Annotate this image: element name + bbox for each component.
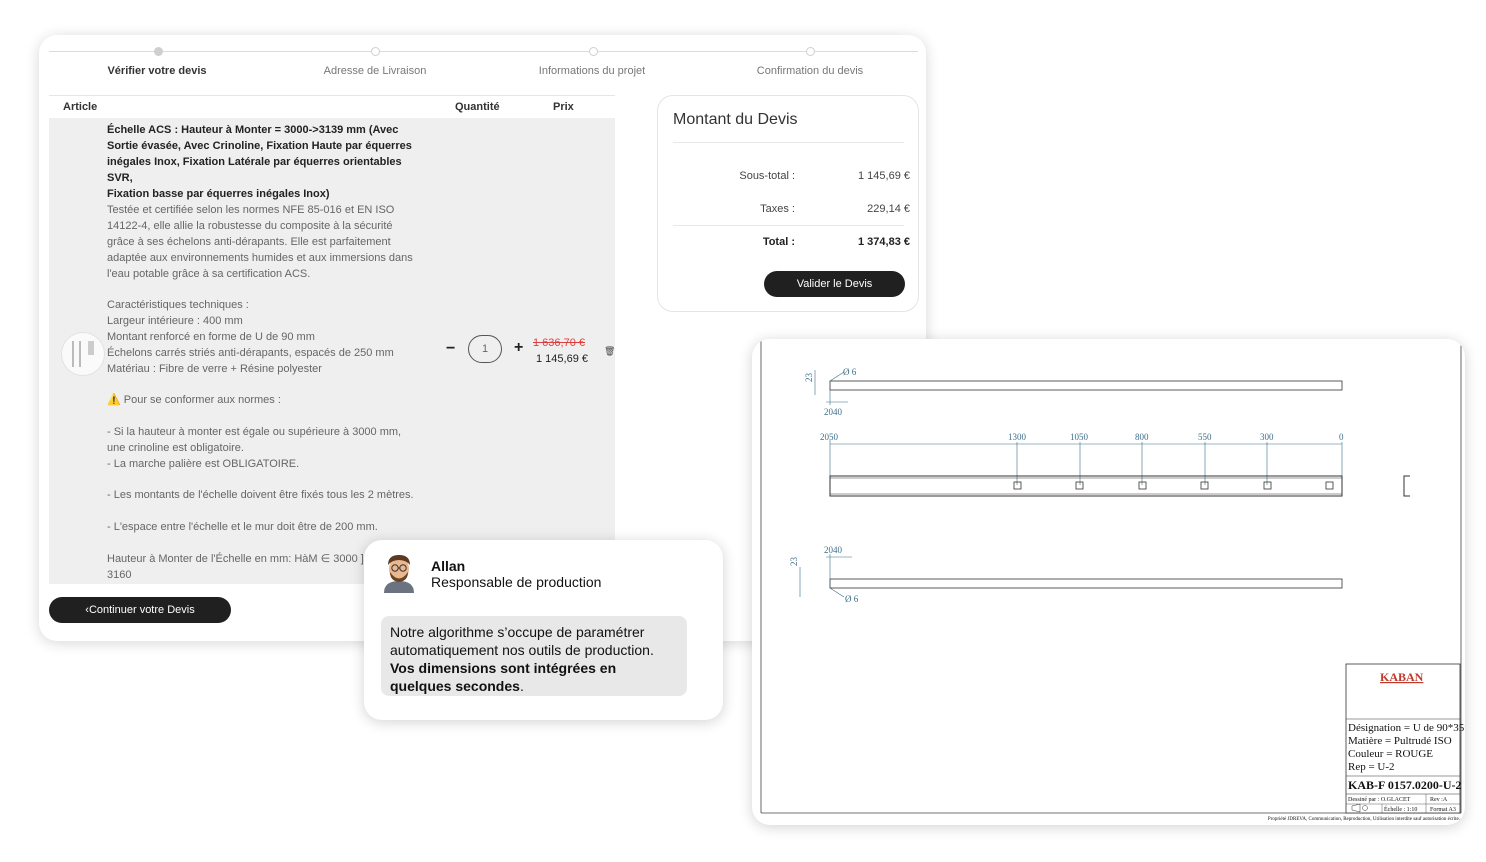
summary-title: Montant du Devis <box>673 111 798 128</box>
step-confirmation[interactable]: Confirmation du devis <box>700 65 920 77</box>
message-highlight: Vos dimensions sont intégrées en quelque… <box>390 660 617 694</box>
step-dot-2 <box>371 47 380 56</box>
message-text: Notre algorithme s’occupe de paramétrer … <box>390 624 654 658</box>
drawn-by: Dessiné par : O.GLACET <box>1348 797 1411 803</box>
dim-length-bottom: 2040 <box>824 545 843 555</box>
quote-summary: Montant du Devis Sous-total : 1 145,69 €… <box>657 95 919 312</box>
taxes-value: 229,14 € <box>867 203 910 215</box>
chat-card: Allan Responsable de production Notre al… <box>364 540 723 720</box>
format: Format A3 <box>1430 807 1456 813</box>
quantity-input[interactable]: 1 <box>468 335 502 363</box>
material: Matière = Pultrudé ISO <box>1348 735 1452 747</box>
continue-quote-button[interactable]: ‹Continuer votre Devis <box>49 597 231 623</box>
step-dot-1 <box>154 47 163 56</box>
profile-top-view: 23 Ø 6 2040 <box>804 367 1343 417</box>
col-price: Prix <box>553 101 574 113</box>
step-verify[interactable]: Vérifier votre devis <box>47 65 267 77</box>
avatar <box>384 555 414 593</box>
table-header: Article Quantité Prix <box>49 95 615 118</box>
step-delivery-address[interactable]: Adresse de Livraison <box>265 65 485 77</box>
rule-wall-spacing: - L'espace entre l'échelle et le mur doi… <box>107 521 378 533</box>
title-block: KABAN Désignation = U de 90*35*8 Matière… <box>1345 663 1465 814</box>
chat-message: Notre algorithme s’occupe de paramétrer … <box>381 616 687 696</box>
product-thumbnail <box>61 332 105 376</box>
designation: Désignation = U de 90*35*8 <box>1348 722 1465 734</box>
dim-diameter-top: Ø 6 <box>843 367 857 377</box>
product-specs: Caractéristiques techniques : Largeur in… <box>107 299 394 375</box>
taxes-label: Taxes : <box>760 203 795 215</box>
revision: Rev :A <box>1430 797 1448 803</box>
technical-drawing: 23 Ø 6 2040 2050 1300 1050 800 550 300 0… <box>760 339 1465 822</box>
dim-550: 550 <box>1198 432 1212 442</box>
dim-1050: 1050 <box>1070 432 1089 442</box>
step-dot-4 <box>806 47 815 56</box>
person-name: Allan <box>431 558 466 574</box>
dim-thickness-top: 23 <box>804 373 814 383</box>
dim-length-top: 2040 <box>824 407 843 417</box>
col-quantity: Quantité <box>455 101 500 113</box>
product-row: Échelle ACS : Hauteur à Monter = 3000->3… <box>49 118 615 584</box>
dim-thickness-bottom: 23 <box>789 557 799 567</box>
validate-quote-button[interactable]: Valider le Devis <box>764 271 905 297</box>
rule-mounting: - Les montants de l'échelle doivent être… <box>107 489 414 501</box>
warning-heading: ⚠️ Pour se conformer aux normes : <box>107 394 281 406</box>
technical-drawing-card: 23 Ø 6 2040 2050 1300 1050 800 550 300 0… <box>752 339 1465 825</box>
new-price: 1 145,69 € <box>536 353 588 365</box>
message-end: . <box>519 678 524 694</box>
stepper-line <box>49 51 918 52</box>
old-price: 1 636,70 € <box>533 337 585 349</box>
profile-front-view: 2050 1300 1050 800 550 300 0 <box>820 432 1410 497</box>
dim-1300: 1300 <box>1008 432 1027 442</box>
scale: Échelle : 1:10 <box>1384 805 1417 813</box>
dim-diameter-bottom: Ø 6 <box>845 594 859 604</box>
total-value: 1 374,83 € <box>858 236 910 248</box>
kaban-logo: KABAN <box>1380 670 1424 684</box>
product-description: Testée et certifiée selon les normes NFE… <box>107 204 413 280</box>
profile-bottom-view: 2040 23 Ø 6 <box>789 545 1343 604</box>
total-label: Total : <box>762 236 795 248</box>
decrease-quantity-button[interactable]: − <box>446 340 455 358</box>
step-project-info[interactable]: Informations du projet <box>482 65 702 77</box>
trash-icon[interactable]: 🗑 <box>604 346 615 357</box>
dim-300: 300 <box>1260 432 1274 442</box>
rep: Rep = U-2 <box>1348 761 1395 773</box>
step-dot-3 <box>589 47 598 56</box>
norm-rules: - Si la hauteur à monter est égale ou su… <box>107 426 402 470</box>
product-title: Échelle ACS : Hauteur à Monter = 3000->3… <box>107 124 412 200</box>
col-article: Article <box>63 101 98 113</box>
dim-0: 0 <box>1339 432 1344 442</box>
part-reference: KAB-F 0157.0200-U-2 <box>1348 778 1462 792</box>
subtotal-label: Sous-total : <box>739 170 795 182</box>
person-role: Responsable de production <box>431 574 602 590</box>
drawing-footer: Propriété JDREVA, Communication, Reprodu… <box>1268 817 1460 822</box>
dim-2050: 2050 <box>820 432 839 442</box>
color: Couleur = ROUGE <box>1348 748 1433 760</box>
summary-divider <box>673 142 904 143</box>
subtotal-value: 1 145,69 € <box>858 170 910 182</box>
dim-800: 800 <box>1135 432 1149 442</box>
increase-quantity-button[interactable]: + <box>514 339 523 357</box>
summary-divider-2 <box>673 225 904 226</box>
